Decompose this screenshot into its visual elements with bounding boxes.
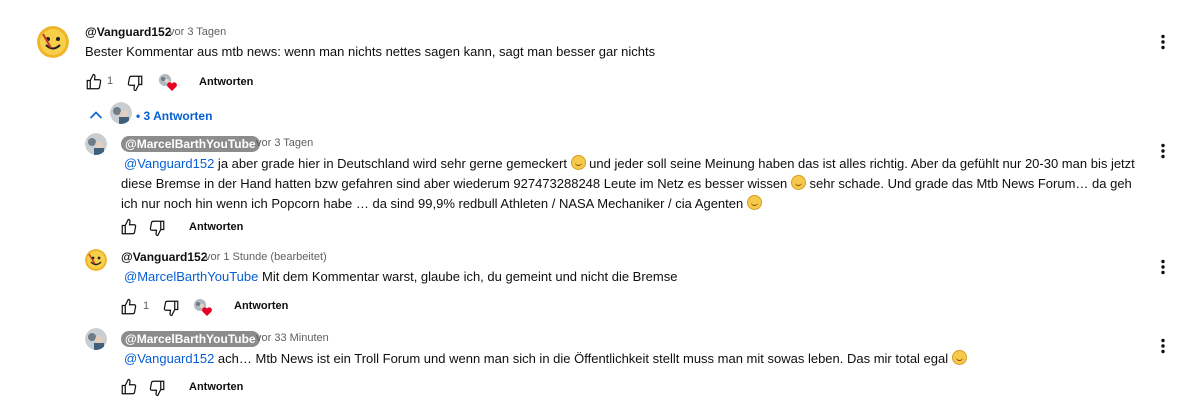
more-vert-icon[interactable]	[1159, 259, 1167, 275]
more-vert-icon[interactable]	[1159, 34, 1167, 50]
creator-heart-icon	[193, 298, 213, 318]
dislike-icon[interactable]	[126, 74, 144, 92]
like-count: 1	[143, 300, 150, 312]
laughing-emoji-icon	[570, 155, 586, 170]
avatar-vanguard[interactable]	[37, 26, 69, 58]
dislike-icon[interactable]	[148, 379, 166, 397]
mention-link[interactable]: @Vanguard152	[121, 156, 214, 171]
reply-time[interactable]: vor 33 Minuten	[256, 332, 329, 344]
reply-author-chip[interactable]: @MarcelBarthYouTube	[121, 136, 260, 152]
like-icon[interactable]	[120, 218, 138, 236]
like-icon[interactable]	[120, 378, 138, 396]
comment-author[interactable]: @Vanguard152	[85, 25, 171, 39]
avatar-marcel[interactable]	[85, 328, 107, 350]
comment-text: Bester Kommentar aus mtb news: wenn man …	[85, 44, 656, 59]
reply-text: @MarcelBarthYouTube Mit dem Kommentar wa…	[121, 267, 677, 287]
laughing-emoji-icon	[951, 350, 967, 365]
chevron-up-icon[interactable]	[89, 110, 103, 120]
avatar-vanguard[interactable]	[85, 249, 107, 271]
like-icon[interactable]	[85, 73, 103, 91]
mention-link[interactable]: @MarcelBarthYouTube	[121, 269, 258, 284]
mention-link[interactable]: @Vanguard152	[121, 351, 214, 366]
reply-button[interactable]: Antworten	[234, 300, 288, 312]
reply-button[interactable]: Antworten	[189, 381, 243, 393]
laughing-emoji-icon	[746, 195, 762, 210]
avatar-marcel[interactable]	[85, 133, 107, 155]
creator-heart-icon	[158, 73, 178, 93]
laughing-emoji-icon	[790, 175, 806, 190]
reply-time[interactable]: vor 3 Tagen	[256, 137, 313, 149]
more-vert-icon[interactable]	[1159, 338, 1167, 354]
reply-time[interactable]: vor 1 Stunde (bearbeitet)	[205, 251, 327, 263]
avatar-marcel-small	[110, 102, 132, 124]
reply-text: @Vanguard152 ach… Mtb News ist ein Troll…	[121, 349, 967, 369]
replies-toggle[interactable]: • 3 Antworten	[136, 109, 212, 123]
reply-button[interactable]: Antworten	[199, 76, 253, 88]
dislike-icon[interactable]	[162, 299, 180, 317]
reply-text: @Vanguard152 ja aber grade hier in Deuts…	[121, 155, 1135, 211]
reply-author-chip[interactable]: @MarcelBarthYouTube	[121, 331, 260, 347]
reply-author[interactable]: @Vanguard152	[121, 250, 207, 264]
reply-button[interactable]: Antworten	[189, 221, 243, 233]
like-icon[interactable]	[120, 298, 138, 316]
comment-time[interactable]: vor 3 Tagen	[169, 26, 226, 38]
like-count: 1	[107, 75, 114, 87]
more-vert-icon[interactable]	[1159, 143, 1167, 159]
dislike-icon[interactable]	[148, 219, 166, 237]
